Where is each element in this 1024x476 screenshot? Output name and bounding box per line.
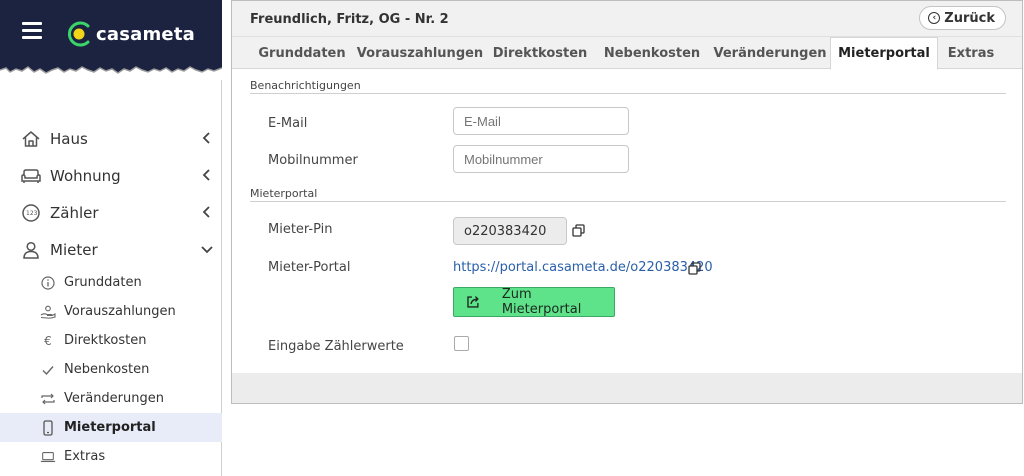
sidebar-item-haus[interactable]: Haus (0, 120, 222, 157)
hand-coin-icon (40, 304, 56, 320)
sidebar-item-label: Zähler (50, 203, 99, 222)
email-field[interactable] (453, 107, 629, 135)
chevron-left-icon (202, 132, 210, 144)
phone-icon (40, 419, 56, 436)
pin-field: o220383420 (453, 217, 567, 245)
open-tenant-portal-button[interactable]: Zum Mieterportal (453, 287, 615, 317)
tenant-panel: Freundlich, Fritz, OG - Nr. 2 ‹ Zurück G… (231, 0, 1023, 404)
section-heading-portal: Mieterportal (250, 187, 318, 200)
sidebar-item-label: Wohnung (50, 166, 121, 185)
copy-url-icon[interactable] (688, 262, 701, 275)
tab-nebenkosten[interactable]: Nebenkosten (596, 37, 708, 69)
sidebar-nav: Haus Wohnung 123 Zähler Mieter Grunddate… (0, 120, 222, 471)
panel-footer (232, 373, 1022, 403)
external-link-icon (467, 296, 479, 308)
pin-label: Mieter-Pin (268, 222, 333, 237)
logo-mark-icon (68, 21, 90, 47)
sidebar-item-label: Mieter (50, 240, 98, 259)
section-divider (250, 93, 1006, 94)
tab-extras[interactable]: Extras (940, 37, 1002, 69)
chevron-left-icon (202, 206, 210, 218)
back-button-label: Zurück (944, 10, 995, 26)
meter-input-checkbox[interactable] (454, 336, 469, 351)
back-button[interactable]: ‹ Zurück (919, 6, 1006, 30)
swap-icon (40, 391, 56, 407)
sidebar-subitem-vorauszahlungen[interactable]: Vorauszahlungen (0, 297, 222, 326)
chevron-left-icon (202, 169, 210, 181)
house-icon (20, 128, 42, 150)
meter-icon: 123 (20, 202, 42, 224)
sidebar-item-zaehler[interactable]: 123 Zähler (0, 194, 222, 231)
tab-veraenderungen[interactable]: Veränderungen (710, 37, 830, 69)
mobile-label: Mobilnummer (268, 153, 358, 168)
sidebar-subitem-veraenderungen[interactable]: Veränderungen (0, 384, 222, 413)
copy-pin-icon[interactable] (572, 224, 585, 237)
brand-bar: casameta (0, 0, 222, 80)
chevron-left-circle-icon: ‹ (928, 12, 941, 24)
logo-text: casameta (96, 23, 195, 45)
sidebar-subitem-label: Extras (64, 449, 106, 464)
sidebar-item-label: Haus (50, 129, 88, 148)
page-title: Freundlich, Fritz, OG - Nr. 2 (250, 12, 449, 27)
tab-direktkosten[interactable]: Direktkosten (486, 37, 594, 69)
sidebar-subitem-label: Veränderungen (64, 391, 164, 406)
torn-edge-decoration (0, 66, 222, 80)
sofa-icon (20, 165, 42, 187)
sidebar-item-mieter[interactable]: Mieter (0, 231, 222, 268)
sidebar-subitem-extras[interactable]: Extras (0, 442, 222, 471)
sidebar-subitem-label: Vorauszahlungen (64, 304, 176, 319)
sidebar: casameta Haus Wohnung 123 Zähler Mieter … (0, 0, 222, 476)
sidebar-subitem-label: Direktkosten (64, 333, 147, 348)
check-icon (40, 362, 56, 378)
meter-input-label: Eingabe Zählerwerte (268, 339, 404, 354)
person-icon (20, 239, 42, 261)
open-tenant-portal-label: Zum Mieterportal (501, 287, 582, 317)
tab-bar: Grunddaten Vorauszahlungen Direktkosten … (232, 37, 1022, 70)
sidebar-subitem-label: Grunddaten (64, 275, 142, 290)
sidebar-subitem-label: Nebenkosten (64, 362, 150, 377)
tab-vorauszahlungen[interactable]: Vorauszahlungen (356, 37, 484, 69)
chevron-down-icon (201, 246, 213, 254)
sidebar-subitem-grunddaten[interactable]: Grunddaten (0, 268, 222, 297)
svg-text:123: 123 (26, 210, 38, 217)
logo[interactable]: casameta (64, 16, 195, 52)
sidebar-subitem-direktkosten[interactable]: € Direktkosten (0, 326, 222, 355)
portal-url-label: Mieter-Portal (268, 260, 351, 275)
hamburger-menu-icon[interactable] (22, 22, 42, 40)
tab-content: Benachrichtigungen E-Mail Mobilnummer Mi… (232, 69, 1022, 373)
sidebar-item-wohnung[interactable]: Wohnung (0, 157, 222, 194)
sidebar-subitem-label: Mieterportal (64, 420, 156, 435)
euro-icon: € (44, 333, 52, 348)
info-icon (40, 275, 56, 291)
mobile-field[interactable] (453, 145, 629, 173)
sidebar-subitem-nebenkosten[interactable]: Nebenkosten (0, 355, 222, 384)
email-label: E-Mail (268, 116, 308, 131)
section-divider (250, 201, 1006, 202)
portal-url-link[interactable]: https://portal.casameta.de/o220383420 (453, 260, 713, 275)
tab-mieterportal[interactable]: Mieterportal (830, 37, 938, 70)
tab-grunddaten[interactable]: Grunddaten (250, 37, 354, 69)
sidebar-subitem-mieterportal[interactable]: Mieterportal (0, 413, 222, 442)
laptop-icon (40, 449, 56, 465)
section-heading-notifications: Benachrichtigungen (250, 79, 361, 92)
panel-header: Freundlich, Fritz, OG - Nr. 2 ‹ Zurück (232, 1, 1022, 37)
